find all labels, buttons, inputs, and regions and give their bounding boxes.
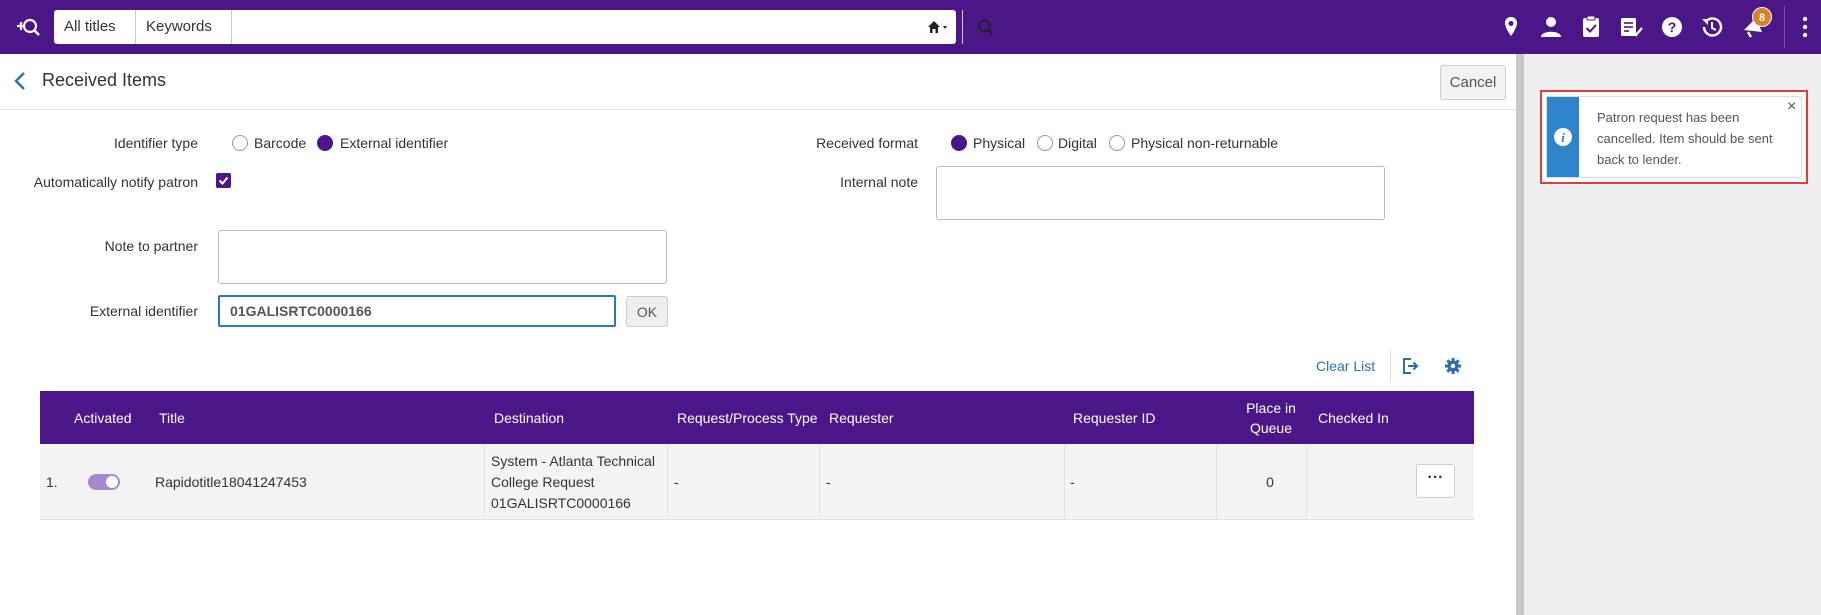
column-header-checked-in[interactable]: Checked In [1318, 391, 1389, 444]
notification-info-bar: i [1547, 97, 1579, 177]
radio-physical[interactable] [951, 135, 967, 151]
radio-barcode-label: Barcode [254, 135, 307, 151]
table-row: 1. Rapidotitle18041247453 System - Atlan… [40, 444, 1474, 520]
home-institution-icon[interactable] [926, 18, 952, 36]
alma-logo-icon[interactable] [14, 13, 42, 41]
svg-text:i: i [1561, 130, 1565, 145]
destination-line-3: 01GALISRTC0000166 [491, 494, 631, 511]
radio-physical-label: Physical [973, 135, 1026, 151]
history-icon[interactable] [1699, 14, 1725, 40]
note-to-partner-label: Note to partner [104, 238, 198, 254]
column-divider [1306, 444, 1307, 520]
notifications-count-badge: 8 [1752, 7, 1772, 27]
activated-toggle[interactable] [88, 474, 120, 490]
row-index: 1. [46, 474, 58, 490]
main-panel: Received Items Cancel Identifier type Ba… [0, 54, 1516, 615]
ok-button[interactable]: OK [626, 296, 668, 327]
checkmark-icon [218, 176, 229, 185]
search-scope-label: All titles [64, 18, 116, 35]
row-request-type: - [674, 474, 679, 490]
close-icon[interactable]: × [1787, 98, 1796, 116]
column-header-activated[interactable]: Activated [74, 391, 132, 444]
search-scope-dropdown[interactable]: All titles [54, 10, 136, 64]
toolbar-divider [1390, 350, 1391, 382]
column-divider [667, 444, 668, 520]
search-field-label: Keywords [146, 18, 212, 35]
destination-line-2: College Request [491, 473, 595, 490]
row-place-in-queue: 0 [1266, 474, 1274, 490]
notification-highlight: i Patron request has been cancelled. Ite… [1540, 90, 1808, 184]
search-input[interactable] [232, 10, 902, 44]
clear-list-link[interactable]: Clear List [1316, 358, 1375, 374]
notification-toast: i Patron request has been cancelled. Ite… [1546, 96, 1802, 178]
search-icon[interactable] [962, 10, 1010, 44]
notification-message: Patron request has been cancelled. Item … [1597, 110, 1773, 167]
radio-external-identifier[interactable] [317, 135, 333, 151]
row-requester-id: - [1070, 474, 1075, 490]
topbar-divider [1784, 6, 1785, 48]
row-actions-button[interactable]: ··· [1416, 464, 1455, 498]
radio-digital[interactable] [1037, 135, 1053, 151]
tasks-list-icon[interactable] [1618, 14, 1644, 40]
internal-note-label: Internal note [840, 174, 918, 190]
column-header-place-in-queue[interactable]: Place in Queue [1232, 391, 1310, 444]
external-identifier-label: External identifier [89, 303, 198, 319]
external-identifier-input[interactable] [218, 295, 616, 327]
cancel-button[interactable]: Cancel [1440, 65, 1506, 100]
column-divider [484, 444, 485, 520]
note-to-partner-textarea[interactable] [218, 230, 667, 284]
location-pin-icon[interactable] [1498, 14, 1524, 40]
back-arrow-icon[interactable] [10, 68, 30, 94]
internal-note-textarea[interactable] [936, 166, 1385, 220]
radio-physical-non-returnable[interactable] [1109, 135, 1125, 151]
vertical-scrollbar[interactable] [1516, 54, 1524, 615]
page-header: Received Items Cancel [0, 54, 1516, 110]
table-header: Activated Title Destination Request/Proc… [40, 391, 1474, 444]
column-header-requester[interactable]: Requester [829, 391, 894, 444]
column-divider [1064, 444, 1065, 520]
settings-gear-icon[interactable] [1444, 357, 1462, 375]
column-divider [819, 444, 820, 520]
user-icon[interactable] [1538, 14, 1564, 40]
info-icon: i [1554, 128, 1572, 146]
row-destination: System - Atlanta Technical College Reque… [491, 444, 655, 520]
identifier-type-label: Identifier type [113, 135, 198, 151]
svg-text:?: ? [1668, 19, 1677, 35]
radio-external-identifier-label: External identifier [340, 135, 449, 151]
column-header-destination[interactable]: Destination [494, 391, 564, 444]
auto-notify-label: Automatically notify patron [33, 174, 198, 190]
column-header-requester-id[interactable]: Requester ID [1073, 391, 1155, 444]
export-icon[interactable] [1400, 356, 1420, 376]
row-title: Rapidotitle18041247453 [155, 474, 307, 490]
search-box: All titles Keywords [54, 10, 994, 64]
destination-line-1: System - Atlanta Technical [491, 452, 655, 469]
more-vertical-icon[interactable] [1792, 14, 1818, 40]
clipboard-check-icon[interactable] [1578, 14, 1604, 40]
received-format-label: Received format [816, 135, 918, 151]
top-bar: All titles Keywords ? 8 [0, 0, 1821, 64]
page-title: Received Items [42, 70, 167, 90]
auto-notify-checkbox[interactable] [216, 173, 231, 188]
radio-digital-label: Digital [1058, 135, 1097, 151]
help-icon[interactable]: ? [1659, 14, 1685, 40]
radio-barcode[interactable] [232, 135, 248, 151]
radio-physical-non-returnable-label: Physical non-returnable [1131, 135, 1279, 151]
search-field-dropdown[interactable]: Keywords [136, 10, 232, 64]
column-header-request-type[interactable]: Request/Process Type [677, 391, 818, 444]
row-requester: - [826, 474, 831, 490]
column-header-title[interactable]: Title [159, 391, 185, 444]
